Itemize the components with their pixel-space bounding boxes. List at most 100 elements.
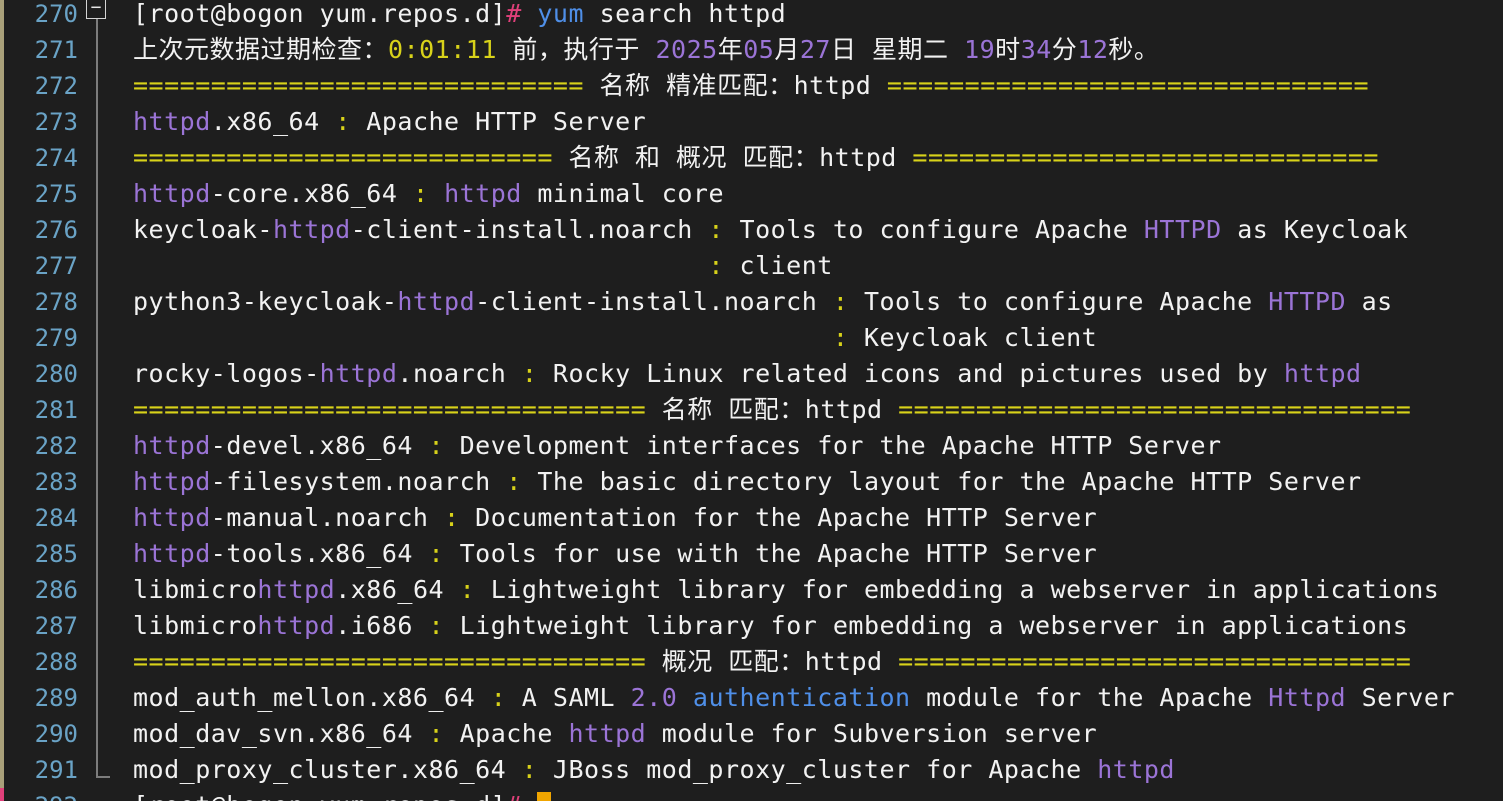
text-segment: module for Subversion server <box>646 719 1098 748</box>
text-segment: 月 <box>774 35 800 64</box>
terminal-line: 286 libmicrohttpd.x86_64 : Lightweight li… <box>0 572 1503 608</box>
change-marker-bar <box>0 356 4 392</box>
terminal-line: 285 httpd-tools.x86_64 : Tools for use wi… <box>0 536 1503 572</box>
change-marker-bar <box>0 68 4 104</box>
text-segment: mod_auth_mellon.x86_64 <box>133 683 491 712</box>
text-segment: httpd <box>257 575 336 604</box>
change-marker-bar <box>0 32 4 68</box>
fold-guide-line <box>96 644 98 680</box>
line-number: 285 <box>34 540 78 568</box>
line-content: httpd-tools.x86_64 : Tools for use with … <box>133 536 1097 572</box>
terminal-line: 291 mod_proxy_cluster.x86_64 : JBoss mod_… <box>0 752 1503 788</box>
text-segment: httpd <box>319 359 398 388</box>
text-segment: : <box>428 719 445 748</box>
text-segment: minimal core <box>521 179 724 208</box>
change-marker-bar <box>0 248 4 284</box>
text-segment: Lightweight library for embedding a webs… <box>475 575 1440 604</box>
text-segment <box>429 179 445 208</box>
terminal-line: 278 python3-keycloak-httpd-client-install… <box>0 284 1503 320</box>
terminal-line: 290 mod_dav_svn.x86_64 : Apache httpd mod… <box>0 716 1503 752</box>
change-marker-bar <box>0 752 4 788</box>
text-segment: -tools.x86_64 <box>210 539 429 568</box>
text-segment: HTTPD <box>1143 215 1222 244</box>
fold-guide-line <box>96 536 98 572</box>
text-segment: 秒。 <box>1108 35 1160 64</box>
fold-guide-line <box>96 680 98 716</box>
text-segment: : <box>521 359 538 388</box>
fold-toggle-icon[interactable]: − <box>86 0 106 19</box>
change-marker-bar <box>0 644 4 680</box>
terminal-window[interactable]: 270− [root@bogon yum.repos.d]# yum search… <box>0 0 1503 801</box>
line-number: 283 <box>34 468 78 496</box>
fold-guide-line <box>96 104 98 140</box>
text-segment: httpd <box>272 215 351 244</box>
change-marker-bar <box>0 788 4 801</box>
text-segment: ============================= <box>133 71 584 100</box>
text-segment: Apache <box>444 719 569 748</box>
text-segment: client <box>723 251 833 280</box>
text-segment: 上次元数据过期检查： <box>133 35 389 64</box>
text-segment: keycloak- <box>133 215 273 244</box>
text-segment: : <box>428 611 445 640</box>
terminal-line: 274 =========================== 名称 和 概况 匹… <box>0 140 1503 176</box>
line-number: 276 <box>34 216 78 244</box>
fold-guide-line <box>96 176 98 212</box>
change-marker-bar <box>0 716 4 752</box>
line-number: 289 <box>34 684 78 712</box>
text-segment: 12 <box>1077 35 1109 64</box>
line-content: [root@bogon yum.repos.d]# <box>133 788 552 801</box>
text-segment: : <box>506 467 522 496</box>
change-marker-bar <box>0 464 4 500</box>
line-number: 291 <box>34 756 78 784</box>
text-segment: -client-install.noarch <box>475 287 833 316</box>
text-segment: 概况 匹配：httpd <box>646 647 899 676</box>
text-segment: The basic directory layout for the Apach… <box>521 467 1362 496</box>
terminal-line: 288 ================================= 概况 … <box>0 644 1503 680</box>
text-segment: Development interfaces for the Apache HT… <box>444 431 1222 460</box>
text-segment: : <box>521 755 538 784</box>
text-cursor[interactable] <box>537 792 552 801</box>
text-segment: 2025 <box>655 35 718 64</box>
line-content: ================================= 概况 匹配：… <box>133 644 1411 680</box>
text-segment: 年 <box>717 35 744 64</box>
line-number: 274 <box>34 144 78 172</box>
line-number: 270 <box>34 0 78 28</box>
text-segment: : <box>428 431 445 460</box>
text-segment: httpd <box>397 287 476 316</box>
fold-guide-end <box>96 752 110 778</box>
fold-guide-line <box>96 500 98 536</box>
line-number: 282 <box>34 432 78 460</box>
terminal-line: 282 httpd-devel.x86_64 : Development inte… <box>0 428 1503 464</box>
fold-guide-line <box>96 716 98 752</box>
line-number: 290 <box>34 720 78 748</box>
text-segment: authentication <box>692 683 911 712</box>
terminal-line: 273 httpd.x86_64 : Apache HTTP Server <box>0 104 1503 140</box>
terminal-line: 272 ============================= 名称 精准匹配… <box>0 68 1503 104</box>
text-segment: 日 星期二 <box>830 35 965 64</box>
fold-guide-line <box>96 572 98 608</box>
line-content: httpd-manual.noarch : Documentation for … <box>133 500 1097 536</box>
fold-guide-line <box>96 608 98 644</box>
text-segment: libmicro <box>133 611 258 640</box>
terminal-line: 271 上次元数据过期检查：0:01:11 前，执行于 2025年05月27日 星… <box>0 32 1503 68</box>
terminal-line: 277 : client <box>0 248 1503 284</box>
change-marker-bar <box>0 392 4 428</box>
fold-guide-line <box>96 140 98 176</box>
text-segment: ============================== <box>912 143 1379 172</box>
terminal-line: 281 ================================= 名称 … <box>0 392 1503 428</box>
text-segment: httpd <box>133 431 211 460</box>
text-segment: 名称 和 概况 匹配：httpd <box>552 143 913 172</box>
change-marker-bar <box>0 320 4 356</box>
text-segment: : <box>459 575 476 604</box>
text-segment: : <box>832 323 849 352</box>
fold-guide-line <box>96 428 98 464</box>
text-segment: httpd <box>133 503 211 532</box>
text-segment: rocky-logos- <box>133 359 320 388</box>
change-marker-bar <box>0 680 4 716</box>
line-content: libmicrohttpd.x86_64 : Lightweight libra… <box>133 572 1439 608</box>
line-number: 284 <box>34 504 78 532</box>
text-segment: 分 <box>1051 35 1078 64</box>
text-segment: JBoss mod_proxy_cluster for Apache <box>537 755 1098 784</box>
line-number: 286 <box>34 576 78 604</box>
terminal-line: 279 : Keycloak client <box>0 320 1503 356</box>
